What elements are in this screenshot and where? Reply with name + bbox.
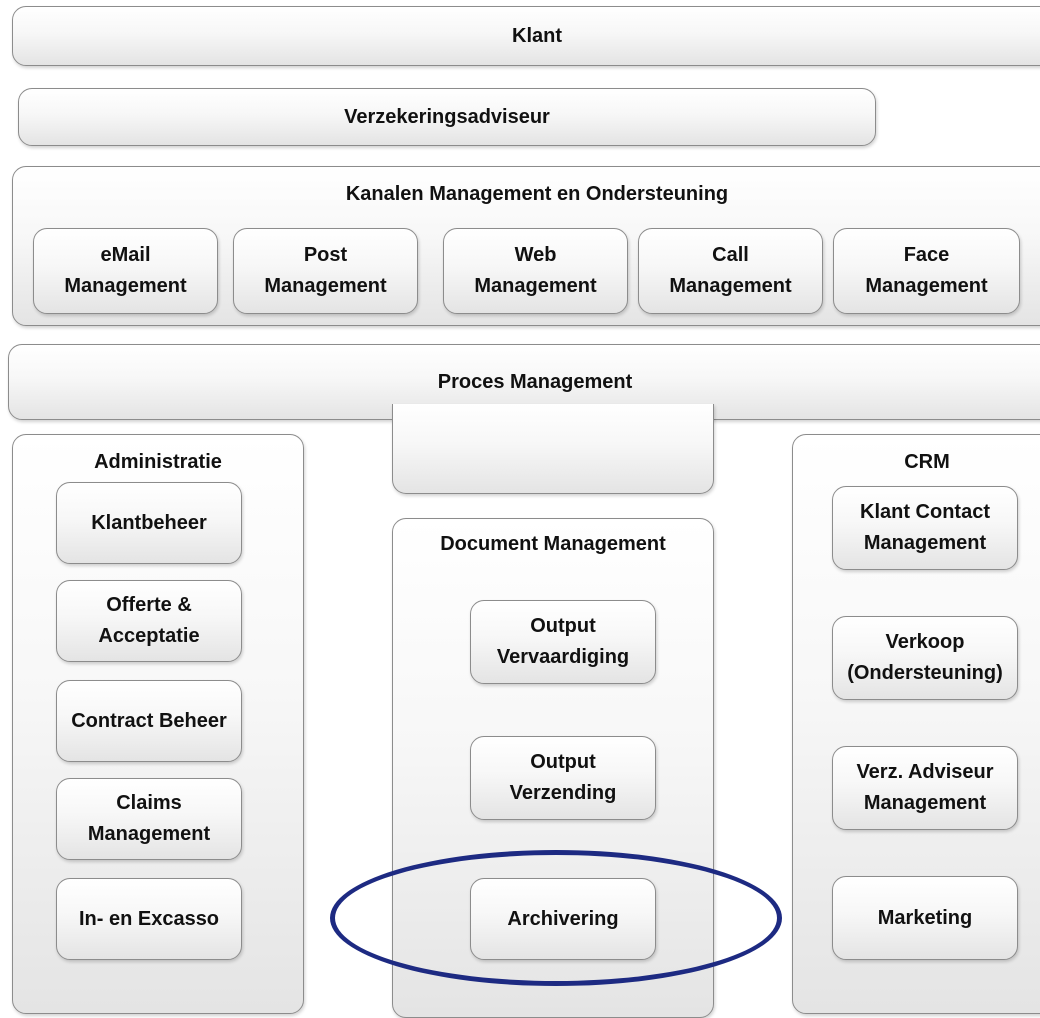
in-en-excasso-box: In- en Excasso [56,878,242,960]
claims-management-box: Claims Management [56,778,242,860]
email-management-label: eMail Management [64,244,187,297]
klant-contact-management-box: Klant Contact Management [832,486,1018,570]
face-management-box: Face Management [833,228,1020,314]
klant-layer: Klant [12,6,1040,66]
verkoop-ondersteuning-label: Verkoop (Ondersteuning) [847,631,1003,684]
output-vervaardiging-label: Output Vervaardiging [496,615,630,668]
post-management-label: Post Management [264,244,387,297]
proces-connector [392,404,714,494]
verzekeringsadviseur-label: Verzekeringsadviseur [344,105,550,128]
contract-beheer-box: Contract Beheer [56,680,242,762]
klantbeheer-label: Klantbeheer [91,511,207,534]
offerte-acceptatie-label: Offerte & Acceptatie [98,594,200,647]
kanalen-title: Kanalen Management en Ondersteuning [345,182,729,205]
klantbeheer-box: Klantbeheer [56,482,242,564]
claims-management-label: Claims Management [87,792,211,845]
archivering-highlight-ellipse [330,850,782,986]
web-management-box: Web Management [443,228,628,314]
document-management-title: Document Management [440,532,666,555]
klant-contact-management-label: Klant Contact Management [860,501,990,554]
email-management-box: eMail Management [33,228,218,314]
verzekeringsadviseur-layer: Verzekeringsadviseur [18,88,876,146]
face-management-label: Face Management [865,244,988,297]
contract-beheer-label: Contract Beheer [71,709,227,732]
verz-adviseur-management-label: Verz. Adviseur Management [856,761,994,814]
post-management-box: Post Management [233,228,418,314]
call-management-label: Call Management [669,244,792,297]
output-vervaardiging-box: Output Vervaardiging [470,600,656,684]
administratie-title: Administratie [94,450,222,473]
output-verzending-label: Output Verzending [509,751,617,804]
klant-label: Klant [512,24,562,47]
verkoop-ondersteuning-box: Verkoop (Ondersteuning) [832,616,1018,700]
offerte-acceptatie-box: Offerte & Acceptatie [56,580,242,662]
output-verzending-box: Output Verzending [470,736,656,820]
in-en-excasso-label: In- en Excasso [78,907,220,930]
marketing-box: Marketing [832,876,1018,960]
marketing-label: Marketing [877,906,973,929]
verz-adviseur-management-box: Verz. Adviseur Management [832,746,1018,830]
crm-title: CRM [904,450,950,473]
web-management-label: Web Management [474,244,597,297]
call-management-box: Call Management [638,228,823,314]
